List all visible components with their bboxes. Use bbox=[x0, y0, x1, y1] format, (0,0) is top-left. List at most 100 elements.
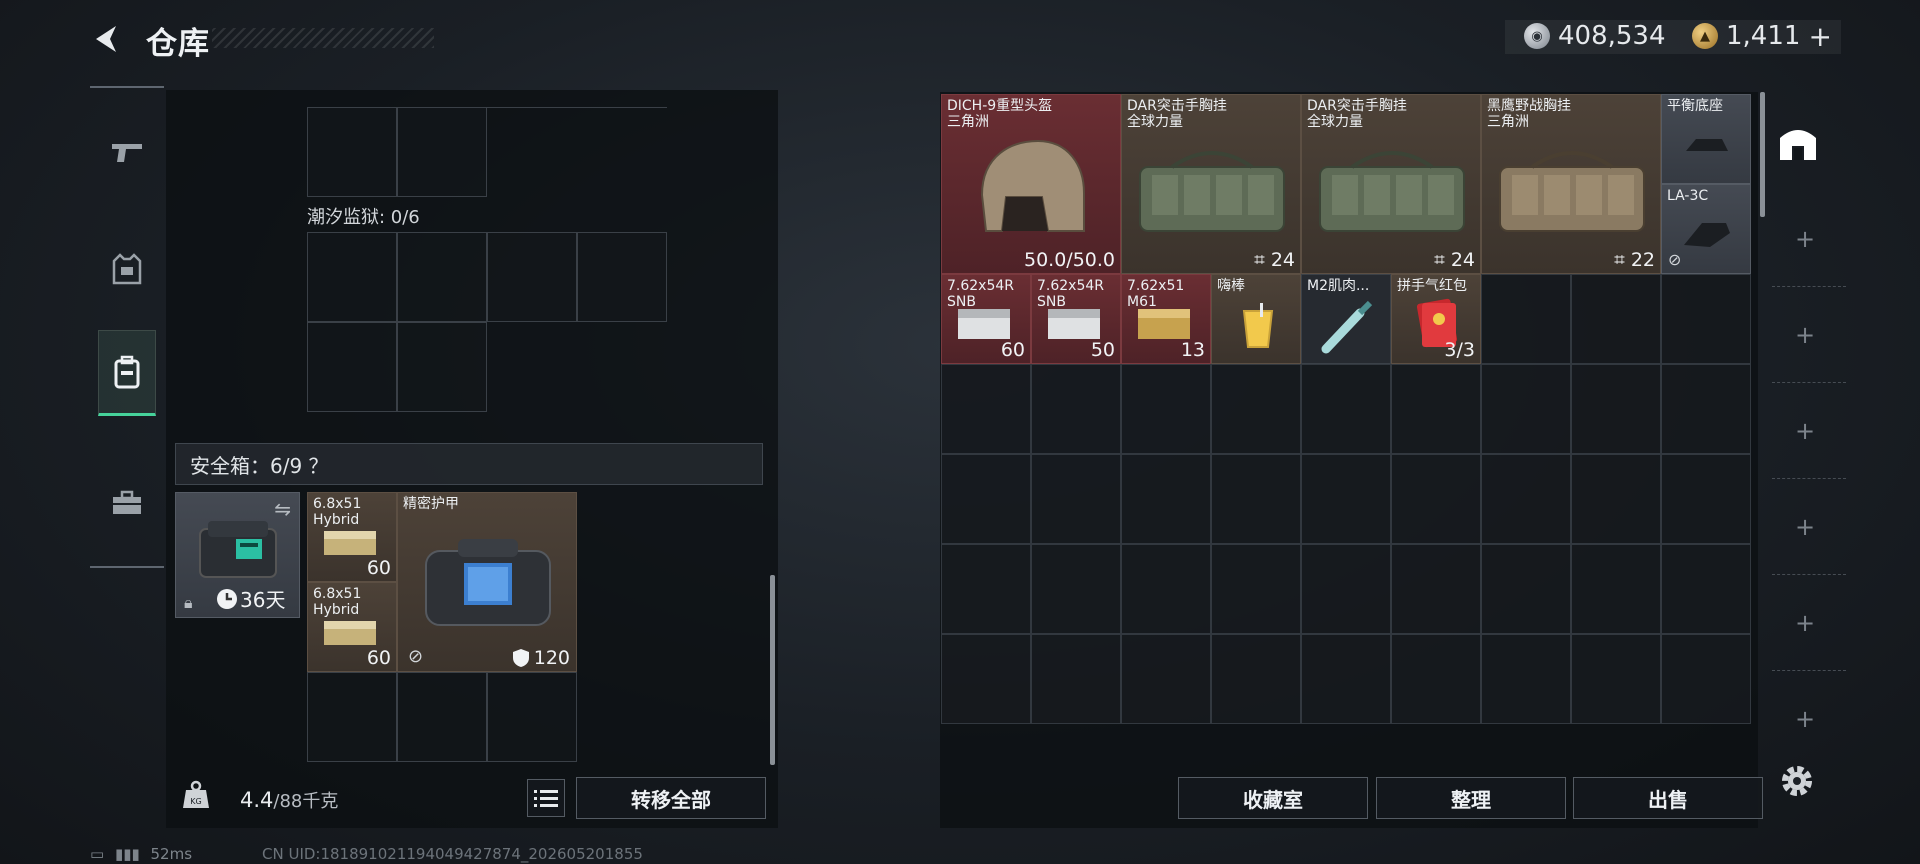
collection-room-button[interactable]: 收藏室 bbox=[1178, 777, 1368, 819]
chest-rig-item[interactable]: DAR突击手胸挂 全球力量 ⌗ 24 bbox=[1301, 94, 1481, 274]
warehouse-slot[interactable] bbox=[1301, 544, 1391, 634]
warehouse-slot[interactable] bbox=[1211, 364, 1301, 454]
red-envelope-item[interactable]: 拼手气红包 3/3 bbox=[1391, 274, 1481, 364]
add-storage-button[interactable]: + bbox=[1780, 406, 1830, 456]
warehouse-slot[interactable] bbox=[1661, 454, 1751, 544]
warehouse-slot[interactable] bbox=[1031, 454, 1121, 544]
warehouse-slot[interactable] bbox=[1481, 544, 1571, 634]
warehouse-slot[interactable] bbox=[1571, 364, 1661, 454]
warehouse-slot[interactable] bbox=[1481, 364, 1571, 454]
chest-rig-item[interactable]: DAR突击手胸挂 全球力量 ⌗ 24 bbox=[1121, 94, 1301, 274]
safe-box-item[interactable]: ⇋ 🔒︎ 36天 bbox=[175, 492, 300, 618]
add-storage-button[interactable]: + bbox=[1780, 310, 1830, 360]
item-name: 6.8x51 bbox=[313, 496, 362, 512]
chest-rig-item[interactable]: 黑鹰野战胸挂 三角洲 ⌗ 22 bbox=[1481, 94, 1661, 274]
prison-slot[interactable] bbox=[307, 232, 397, 322]
warehouse-slot[interactable] bbox=[1571, 454, 1661, 544]
nav-backpack[interactable] bbox=[98, 330, 156, 416]
prison-slot[interactable] bbox=[397, 232, 487, 322]
helmet-item[interactable]: DICH-9重型头盔 三角洲 50.0/50.0 bbox=[941, 94, 1121, 274]
warehouse-slot[interactable] bbox=[1121, 544, 1211, 634]
warehouse-slot[interactable] bbox=[1301, 454, 1391, 544]
back-arrow-icon[interactable] bbox=[90, 22, 124, 56]
toolbox-icon bbox=[113, 490, 141, 514]
grid-top-edge bbox=[307, 92, 667, 108]
warehouse-slot[interactable] bbox=[1571, 544, 1661, 634]
warehouse-slot[interactable] bbox=[1031, 634, 1121, 724]
right-scrollbar[interactable] bbox=[1760, 92, 1765, 217]
ammo-item[interactable]: 7.62x51 M61 13 bbox=[1121, 274, 1211, 364]
safe-box-label[interactable]: 安全箱：6/9 ？ bbox=[175, 443, 763, 485]
add-storage-button[interactable]: + bbox=[1780, 214, 1830, 264]
add-storage-button[interactable]: + bbox=[1780, 598, 1830, 648]
item-name: 拼手气红包 bbox=[1397, 278, 1467, 294]
prison-slot[interactable] bbox=[577, 232, 667, 322]
warehouse-slot[interactable] bbox=[1481, 274, 1571, 364]
ammo-item[interactable]: 7.62x54R SNB 50 bbox=[1031, 274, 1121, 364]
warehouse-slot[interactable] bbox=[1391, 454, 1481, 544]
warehouse-slot[interactable] bbox=[1301, 364, 1391, 454]
capacity-value: 22 bbox=[1630, 249, 1655, 271]
grid-slot[interactable] bbox=[487, 672, 577, 762]
swap-icon[interactable]: ⇋ bbox=[274, 497, 291, 521]
armor-item[interactable]: 精密护甲 ⊘ 120 bbox=[397, 492, 577, 672]
consumable-item[interactable]: 嗨棒 bbox=[1211, 274, 1301, 364]
warehouse-slot[interactable] bbox=[1211, 544, 1301, 634]
warehouse-slot[interactable] bbox=[1121, 634, 1211, 724]
item-count: 13 bbox=[1180, 339, 1205, 361]
warehouse-slot[interactable] bbox=[1031, 364, 1121, 454]
ammo-item[interactable]: 7.62x54R SNB 60 bbox=[941, 274, 1031, 364]
warehouse-slot[interactable] bbox=[1121, 364, 1211, 454]
grid-slot[interactable] bbox=[397, 107, 487, 197]
warehouse-slot[interactable] bbox=[1661, 274, 1751, 364]
warehouse-slot[interactable] bbox=[1481, 454, 1571, 544]
status-bar: ▭ ▮▮▮ 52ms bbox=[90, 845, 192, 863]
transfer-all-button[interactable]: 转移全部 bbox=[576, 777, 766, 819]
grid-slot[interactable] bbox=[397, 672, 487, 762]
prison-slot[interactable] bbox=[307, 322, 397, 412]
grid-slot[interactable] bbox=[307, 107, 397, 197]
warehouse-icon[interactable] bbox=[1776, 120, 1820, 164]
page-title: 仓库 bbox=[146, 26, 210, 62]
nav-armor[interactable] bbox=[98, 226, 156, 312]
nav-toolbox[interactable] bbox=[98, 460, 156, 546]
warehouse-slot[interactable] bbox=[1121, 454, 1211, 544]
warehouse-slot[interactable] bbox=[941, 364, 1031, 454]
grid-slot[interactable] bbox=[307, 672, 397, 762]
warehouse-slot[interactable] bbox=[1661, 544, 1751, 634]
warehouse-slot[interactable] bbox=[1301, 634, 1391, 724]
warehouse-slot[interactable] bbox=[1391, 364, 1481, 454]
warehouse-slot[interactable] bbox=[1661, 364, 1751, 454]
attachment-item[interactable]: 平衡底座 bbox=[1661, 94, 1751, 184]
warehouse-slot[interactable] bbox=[1211, 454, 1301, 544]
injector-item[interactable]: M2肌肉... bbox=[1301, 274, 1391, 364]
prison-slot[interactable] bbox=[487, 232, 577, 322]
warehouse-slot[interactable] bbox=[1391, 634, 1481, 724]
warehouse-slot[interactable] bbox=[941, 454, 1031, 544]
sort-button[interactable]: 整理 bbox=[1376, 777, 1566, 819]
warehouse-slot[interactable] bbox=[1211, 634, 1301, 724]
safe-box-icon bbox=[199, 521, 277, 578]
warehouse-slot[interactable] bbox=[1031, 544, 1121, 634]
warehouse-slot[interactable] bbox=[941, 544, 1031, 634]
warehouse-slot[interactable] bbox=[1571, 634, 1661, 724]
ammo-item[interactable]: 6.8x51 Hybrid 60 bbox=[307, 492, 397, 582]
add-storage-button[interactable]: + bbox=[1780, 694, 1830, 744]
sell-button[interactable]: 出售 bbox=[1573, 777, 1763, 819]
warehouse-slot[interactable] bbox=[1661, 634, 1751, 724]
left-scrollbar[interactable] bbox=[770, 575, 775, 765]
gold-currency[interactable]: ▲ 1,411 + bbox=[1692, 20, 1832, 53]
add-storage-button[interactable]: + bbox=[1780, 502, 1830, 552]
prison-slot[interactable] bbox=[397, 322, 487, 412]
attachment-item[interactable]: LA-3C ⊘ bbox=[1661, 184, 1751, 274]
nav-weapons[interactable] bbox=[98, 108, 156, 194]
settings-gear-icon[interactable] bbox=[1778, 762, 1816, 800]
list-view-button[interactable] bbox=[527, 779, 565, 817]
warehouse-slot[interactable] bbox=[1571, 274, 1661, 364]
add-gold-button[interactable]: + bbox=[1808, 20, 1831, 53]
warehouse-slot[interactable] bbox=[941, 634, 1031, 724]
warehouse-slot[interactable] bbox=[1481, 634, 1571, 724]
duration-text: 36天 bbox=[240, 588, 286, 612]
ammo-item[interactable]: 6.8x51 Hybrid 60 bbox=[307, 582, 397, 672]
warehouse-slot[interactable] bbox=[1391, 544, 1481, 634]
